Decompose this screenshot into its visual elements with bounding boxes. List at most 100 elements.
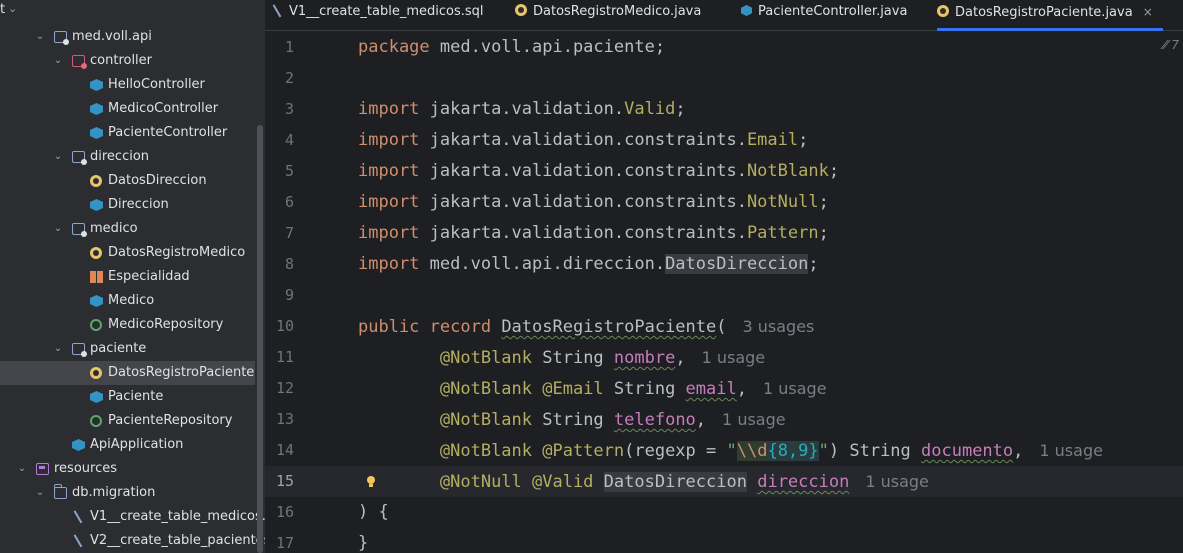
usage-hint[interactable]: 1 usage — [722, 410, 786, 429]
code-line[interactable]: 12 @NotBlank @Email String email, 1 usage — [265, 373, 1183, 404]
editor-tab[interactable]: V1__create_table_medicos.sql — [271, 0, 494, 31]
expand-arrow-icon[interactable]: ⌄ — [52, 145, 64, 169]
tree-item[interactable]: ⌄ resources — [0, 457, 255, 481]
tree-item[interactable]: Medico — [0, 289, 255, 313]
code-token: ; — [675, 99, 686, 119]
line-number[interactable]: 6 — [265, 187, 294, 218]
tree-item-label: PacienteRepository — [108, 413, 233, 428]
chevron-down-icon[interactable]: ⌄ — [8, 2, 17, 15]
tree-scrollbar[interactable] — [257, 125, 263, 553]
tree-item[interactable]: V1__create_table_medicos.s — [0, 505, 265, 529]
code-line[interactable]: 2 — [265, 63, 1183, 94]
close-icon[interactable]: × — [1143, 5, 1153, 19]
tree-item[interactable]: ⌄ medico — [0, 217, 255, 241]
tree-item[interactable]: Especialidad — [0, 265, 255, 289]
usage-hint[interactable]: 3 usages — [743, 317, 815, 336]
line-number[interactable]: 11 — [265, 342, 294, 373]
java-class-icon — [90, 391, 103, 403]
interface-icon — [90, 415, 102, 427]
tree-item[interactable]: ⌄ med.voll.api — [0, 25, 255, 49]
code-text: @NotBlank @Email String email, 1 usage — [358, 373, 827, 405]
tree-item[interactable]: DatosRegistroMedico — [0, 241, 255, 265]
code-line[interactable]: 4 import jakarta.validation.constraints.E… — [265, 125, 1183, 156]
tree-item[interactable]: Direccion — [0, 193, 255, 217]
record-icon — [90, 247, 102, 259]
expand-arrow-icon[interactable]: ⌄ — [16, 457, 28, 481]
editor-tab[interactable]: DatosRegistroMedico.java — [515, 0, 711, 31]
tree-item[interactable]: HelloController — [0, 73, 255, 97]
tree-item[interactable]: ApiApplication — [0, 433, 255, 457]
line-number[interactable]: 17 — [265, 528, 294, 553]
tree-item[interactable]: MedicoRepository — [0, 313, 255, 337]
project-tree-header[interactable]: t ⌄ — [0, 0, 265, 24]
code-line[interactable]: 7 import jakarta.validation.constraints.P… — [265, 218, 1183, 249]
line-number[interactable]: 5 — [265, 156, 294, 187]
code-token: med.voll.api.paciente; — [429, 37, 666, 57]
line-number[interactable]: 10 — [265, 311, 294, 342]
expand-arrow-icon[interactable]: ⌄ — [34, 25, 46, 49]
line-number[interactable]: 2 — [265, 63, 294, 94]
code-line[interactable]: 6 import jakarta.validation.constraints.N… — [265, 187, 1183, 218]
line-number[interactable]: 7 — [265, 218, 294, 249]
line-number[interactable]: 14 — [265, 435, 294, 466]
tree-item[interactable]: PacienteRepository — [0, 409, 255, 433]
code-line[interactable]: 17} — [265, 528, 1183, 553]
keyword-token: import — [358, 99, 420, 119]
usage-hint[interactable]: 1 usage — [702, 348, 766, 367]
code-line[interactable]: 15 @NotNull @Valid DatosDireccion direcc… — [265, 466, 1183, 497]
line-number[interactable]: 12 — [265, 373, 294, 404]
expand-arrow-icon[interactable]: ⌄ — [52, 217, 64, 241]
code-token: med.voll.api.direccion. — [419, 254, 666, 274]
code-line[interactable]: 9 — [265, 280, 1183, 311]
expand-arrow-icon[interactable]: ⌄ — [52, 49, 64, 73]
java-class-icon — [741, 5, 752, 16]
code-line[interactable]: 14 @NotBlank @Pattern(regexp = "\\d{8,9}… — [265, 435, 1183, 466]
code-editor[interactable]: ⁄⁄ 7 1 package med.voll.api.paciente; 2 3 im… — [265, 32, 1183, 553]
code-line[interactable]: 16) { — [265, 497, 1183, 528]
tree-item[interactable]: ⌄ db.migration — [0, 481, 255, 505]
tree-item[interactable]: DatosRegistroPaciente — [0, 361, 255, 385]
code-text: import jakarta.validation.constraints.No… — [358, 187, 829, 218]
code-text: import jakarta.validation.Valid; — [358, 94, 686, 125]
tree-item[interactable]: Paciente — [0, 385, 255, 409]
code-line[interactable]: 13 @NotBlank String telefono, 1 usage — [265, 404, 1183, 435]
expand-arrow-icon[interactable]: ⌄ — [34, 481, 46, 505]
usage-hint[interactable]: 1 usage — [865, 472, 929, 491]
editor-tab[interactable]: PacienteController.java — [741, 0, 917, 31]
code-line[interactable]: 5 import jakarta.validation.constraints.N… — [265, 156, 1183, 187]
line-number[interactable]: 9 — [265, 280, 294, 311]
tree-item[interactable]: MedicoController — [0, 97, 255, 121]
expand-arrow-icon[interactable]: ⌄ — [52, 337, 64, 361]
tree-item[interactable]: PacienteController — [0, 121, 255, 145]
tree-item[interactable]: V2__create_table_pacientes. — [0, 529, 265, 553]
tree-item[interactable]: ⌄ direccion — [0, 145, 255, 169]
code-token: String — [532, 348, 614, 368]
code-line[interactable]: 1 package med.voll.api.paciente; — [265, 32, 1183, 63]
sql-file-icon — [72, 511, 84, 523]
line-number[interactable]: 13 — [265, 404, 294, 435]
code-token: String — [532, 410, 614, 430]
annotation-token: NotBlank — [746, 161, 829, 181]
editor-tab[interactable]: DatosRegistroPaciente.java × — [937, 0, 1163, 31]
line-number[interactable]: 16 — [265, 497, 294, 528]
line-number[interactable]: 15 — [265, 466, 294, 497]
code-line[interactable]: 11 @NotBlank String nombre, 1 usage — [265, 342, 1183, 373]
code-text: public record DatosRegistroPaciente(3 us… — [358, 311, 814, 343]
usage-hint[interactable]: 1 usage — [763, 379, 827, 398]
tree-item[interactable]: DatosDireccion — [0, 169, 255, 193]
code-line[interactable]: 10 public record DatosRegistroPaciente(3 … — [265, 311, 1183, 342]
tree-item[interactable]: ⌄ paciente — [0, 337, 255, 361]
line-number[interactable]: 8 — [265, 249, 294, 280]
record-icon — [90, 367, 102, 379]
line-number[interactable]: 4 — [265, 125, 294, 156]
code-line[interactable]: 8 import med.voll.api.direccion.DatosDire… — [265, 249, 1183, 280]
line-number[interactable]: 3 — [265, 94, 294, 125]
tree-item[interactable]: ⌄ controller — [0, 49, 255, 73]
code-line[interactable]: 3 import jakarta.validation.Valid; — [265, 94, 1183, 125]
line-number[interactable]: 1 — [265, 32, 294, 63]
field-token: telefono — [613, 410, 696, 430]
usage-hint[interactable]: 1 usage — [1039, 441, 1103, 460]
editor-tab-label: DatosRegistroPaciente.java — [955, 5, 1133, 20]
